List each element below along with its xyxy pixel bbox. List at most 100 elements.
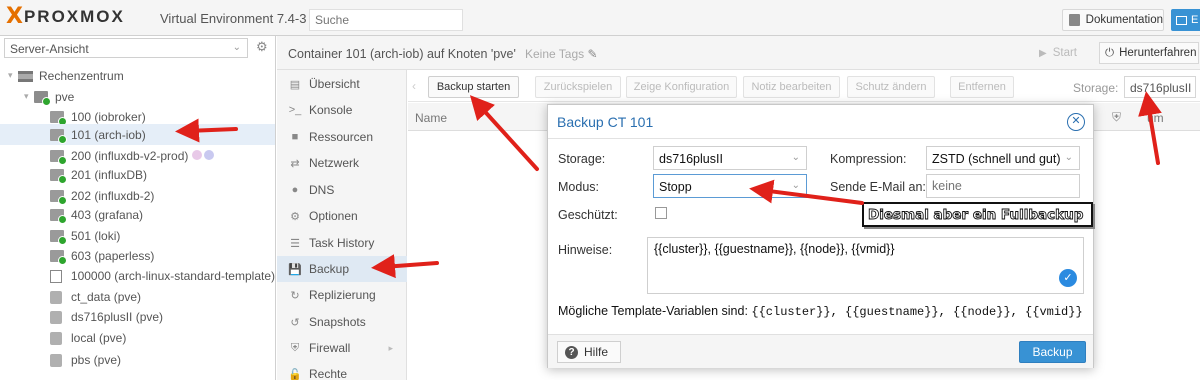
checkmark-icon: ✓ xyxy=(1059,269,1077,287)
gear-icon[interactable]: ⚙ xyxy=(256,39,268,55)
search-input[interactable] xyxy=(309,9,463,31)
tree-item-storage-local[interactable]: local (pve) xyxy=(0,327,275,348)
tree-item-storage-pbs[interactable]: pbs (pve) xyxy=(0,349,275,370)
backup-icon: 💾 xyxy=(288,263,302,276)
column-header-date[interactable]: um xyxy=(1147,111,1164,125)
storage-filter-select[interactable]: ds716plusII xyxy=(1124,76,1196,98)
tree-item-label: Rechenzentrum xyxy=(39,68,124,83)
nav-item-replication[interactable]: ↻ Replizierung xyxy=(277,282,407,308)
tree-item-label: local (pve) xyxy=(71,330,127,345)
edit-notes-button[interactable]: Notiz bearbeiten xyxy=(743,76,840,98)
view-selector[interactable]: Server-Ansicht ⌄ xyxy=(4,38,248,58)
tree-item-datacenter[interactable]: ▾ Rechenzentrum xyxy=(0,65,275,86)
documentation-label: Dokumentation xyxy=(1085,14,1163,26)
nav-item-permissions[interactable]: 🔓 Rechte xyxy=(277,361,407,380)
tags-editor[interactable]: Keine Tags ✎ xyxy=(525,47,598,61)
tree-item-label: 201 (influxDB) xyxy=(71,167,148,182)
shutdown-button[interactable]: ⏻ Herunterfahren xyxy=(1099,42,1199,64)
tree-item-label: ds716plusII (pve) xyxy=(71,309,164,324)
close-icon[interactable]: ✕ xyxy=(1067,113,1085,131)
nav-item-label: DNS xyxy=(309,183,335,197)
restore-button[interactable]: Zurückspielen xyxy=(535,76,621,98)
annotation-text: Diesmal aber ein Fullbackup xyxy=(868,207,1084,224)
nav-item-label: Task History xyxy=(309,236,375,250)
question-icon: ? xyxy=(565,345,578,359)
nav-item-task-history[interactable]: ☰ Task History xyxy=(277,230,407,256)
dns-icon: ● xyxy=(291,184,299,196)
nav-item-network[interactable]: ⇄ Netzwerk xyxy=(277,150,407,176)
remove-button[interactable]: Entfernen xyxy=(950,76,1014,98)
template-variables-hint: Mögliche Template-Variablen sind: {{clus… xyxy=(558,304,1083,319)
chevron-down-icon: ⌄ xyxy=(1064,152,1073,163)
start-button[interactable]: ▶ Start xyxy=(1035,42,1091,64)
backup-dialog: Backup CT 101 ✕ Storage: ds716plusII ⌄ K… xyxy=(547,104,1094,368)
template-icon xyxy=(50,269,62,283)
tree-item-storage-ct-data[interactable]: ct_data (pve) xyxy=(0,286,275,307)
nav-item-summary[interactable]: ▤ Übersicht xyxy=(277,71,407,97)
backup-submit-button[interactable]: Backup xyxy=(1019,341,1086,363)
storage-icon xyxy=(50,290,62,304)
nav-item-console[interactable]: >_ Konsole xyxy=(277,97,407,123)
storage-value: ds716plusII xyxy=(659,152,723,166)
tree-item-template-100000[interactable]: 100000 (arch-linux-standard-template) xyxy=(0,265,275,286)
tree-item-ct-200[interactable]: 200 (influxdb-v2-prod) xyxy=(0,145,275,166)
tree-item-label: 100 (iobroker) xyxy=(71,109,146,124)
tree-item-node-pve[interactable]: ▾ pve xyxy=(0,86,275,107)
show-config-label: Zeige Konfiguration xyxy=(633,81,730,93)
container-icon xyxy=(50,230,67,246)
nav-item-label: Übersicht xyxy=(309,77,360,91)
remove-label: Entfernen xyxy=(958,81,1006,93)
tree-item-ct-101[interactable]: 101 (arch-iob) xyxy=(0,124,275,145)
task-history-icon: ☰ xyxy=(290,237,300,250)
nav-item-snapshots[interactable]: ↺ Snapshots xyxy=(277,309,407,335)
tree-item-ct-501[interactable]: 501 (loki) xyxy=(0,225,275,246)
logo-text: PROXMOX xyxy=(23,7,125,26)
options-icon: ⚙ xyxy=(290,210,300,223)
help-button[interactable]: ? Hilfe xyxy=(557,341,621,363)
datacenter-icon xyxy=(18,70,33,82)
nav-item-options[interactable]: ⚙ Optionen xyxy=(277,203,407,229)
change-protection-button[interactable]: Schutz ändern xyxy=(847,76,935,98)
nav-item-firewall[interactable]: ⛨ Firewall ▸ xyxy=(277,335,407,361)
tree-item-ct-202[interactable]: 202 (influxdb-2) xyxy=(0,185,275,206)
nav-item-label: Netzwerk xyxy=(309,156,360,170)
nav-item-dns[interactable]: ● DNS xyxy=(277,177,407,203)
chevron-left-icon[interactable]: ‹ xyxy=(412,79,416,93)
protected-checkbox[interactable] xyxy=(655,207,667,219)
column-header-name[interactable]: Name xyxy=(415,111,447,125)
tree-item-label: 501 (loki) xyxy=(71,228,121,243)
nav-item-resources[interactable]: ■ Ressourcen xyxy=(277,124,407,150)
tree-item-ct-603[interactable]: 603 (paperless) xyxy=(0,245,275,266)
dialog-divider xyxy=(548,138,1093,139)
protected-label: Geschützt: xyxy=(558,208,618,222)
compression-select[interactable]: ZSTD (schnell und gut) ⌄ xyxy=(926,146,1080,170)
storage-icon xyxy=(50,331,62,345)
book-icon xyxy=(1069,14,1080,26)
tree-item-ct-201[interactable]: 201 (influxDB) xyxy=(0,164,275,185)
show-config-button[interactable]: Zeige Konfiguration xyxy=(626,76,737,98)
create-vm-button[interactable]: E xyxy=(1171,9,1200,31)
collapse-icon[interactable]: ▾ xyxy=(24,91,34,102)
backup-submit-label: Backup xyxy=(1032,345,1073,359)
restore-label: Zurückspielen xyxy=(543,81,613,93)
tree-item-storage-ds716[interactable]: ds716plusII (pve) xyxy=(0,306,275,327)
backup-now-button[interactable]: Backup starten xyxy=(428,76,519,98)
documentation-button[interactable]: Dokumentation xyxy=(1062,9,1164,31)
chevron-down-icon: ⌄ xyxy=(791,152,800,163)
notes-textarea[interactable]: {{cluster}}, {{guestname}}, {{node}}, {{… xyxy=(647,237,1084,294)
compression-value: ZSTD (schnell und gut) xyxy=(932,152,1061,166)
nav-item-label: Ressourcen xyxy=(309,130,374,144)
top-bar: X PROXMOX Virtual Environment 7.4-3 Doku… xyxy=(0,0,1200,36)
dialog-footer: ? Hilfe Backup xyxy=(548,334,1093,368)
chevron-down-icon: ⌄ xyxy=(791,180,800,191)
storage-select[interactable]: ds716plusII ⌄ xyxy=(653,146,807,170)
replication-icon: ↻ xyxy=(290,289,300,302)
nav-item-backup[interactable]: 💾 Backup xyxy=(277,256,407,282)
tree-item-ct-403[interactable]: 403 (grafana) xyxy=(0,204,275,225)
email-field[interactable] xyxy=(926,174,1080,198)
pencil-icon[interactable]: ✎ xyxy=(588,47,598,61)
collapse-icon[interactable]: ▾ xyxy=(8,70,18,81)
content-header: Container 101 (arch-iob) auf Knoten 'pve… xyxy=(277,36,1200,70)
node-icon xyxy=(34,91,51,107)
mode-select[interactable]: Stopp ⌄ xyxy=(653,174,807,198)
